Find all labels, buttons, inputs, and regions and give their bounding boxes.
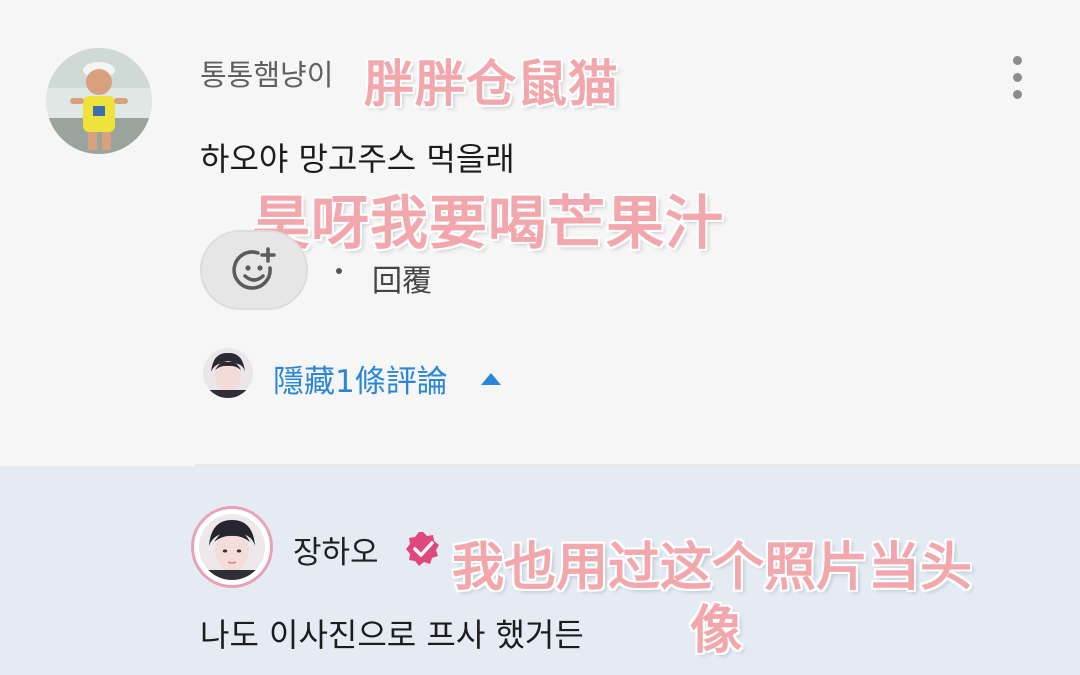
add-reaction-icon (232, 247, 276, 290)
comment-username[interactable]: 통통햄냥이 (200, 52, 333, 94)
caret-up-icon[interactable] (481, 373, 501, 385)
comment-text: 하오야 망고주스 먹을래 (200, 140, 515, 178)
comment-translation: 昊呀我要喝芒果汁 (252, 189, 725, 257)
user-avatar[interactable] (46, 48, 152, 154)
hidden-comments-toggle[interactable]: 隱藏1條評論 (273, 356, 448, 401)
add-reaction-button[interactable] (200, 230, 308, 310)
reply-avatar[interactable] (199, 514, 265, 580)
divider (195, 464, 1080, 466)
more-vertical-icon[interactable] (1000, 52, 1036, 104)
verified-badge-icon (406, 532, 439, 566)
username-translation: 胖胖仓鼠猫 (364, 55, 619, 113)
profile-photo-avatar-icon (199, 514, 265, 580)
reply-button[interactable]: 回覆 (372, 256, 432, 300)
reply-text: 나도 이사진으로 프사 했거든 (200, 616, 584, 654)
hidden-comment-avatar[interactable] (203, 348, 253, 398)
child-photo-avatar-icon (46, 48, 152, 154)
reply-translation-line2: 像 (690, 601, 743, 661)
reply-username[interactable]: 장하오 (293, 527, 379, 572)
profile-photo-avatar-icon (203, 348, 253, 398)
separator-dot (336, 268, 342, 274)
